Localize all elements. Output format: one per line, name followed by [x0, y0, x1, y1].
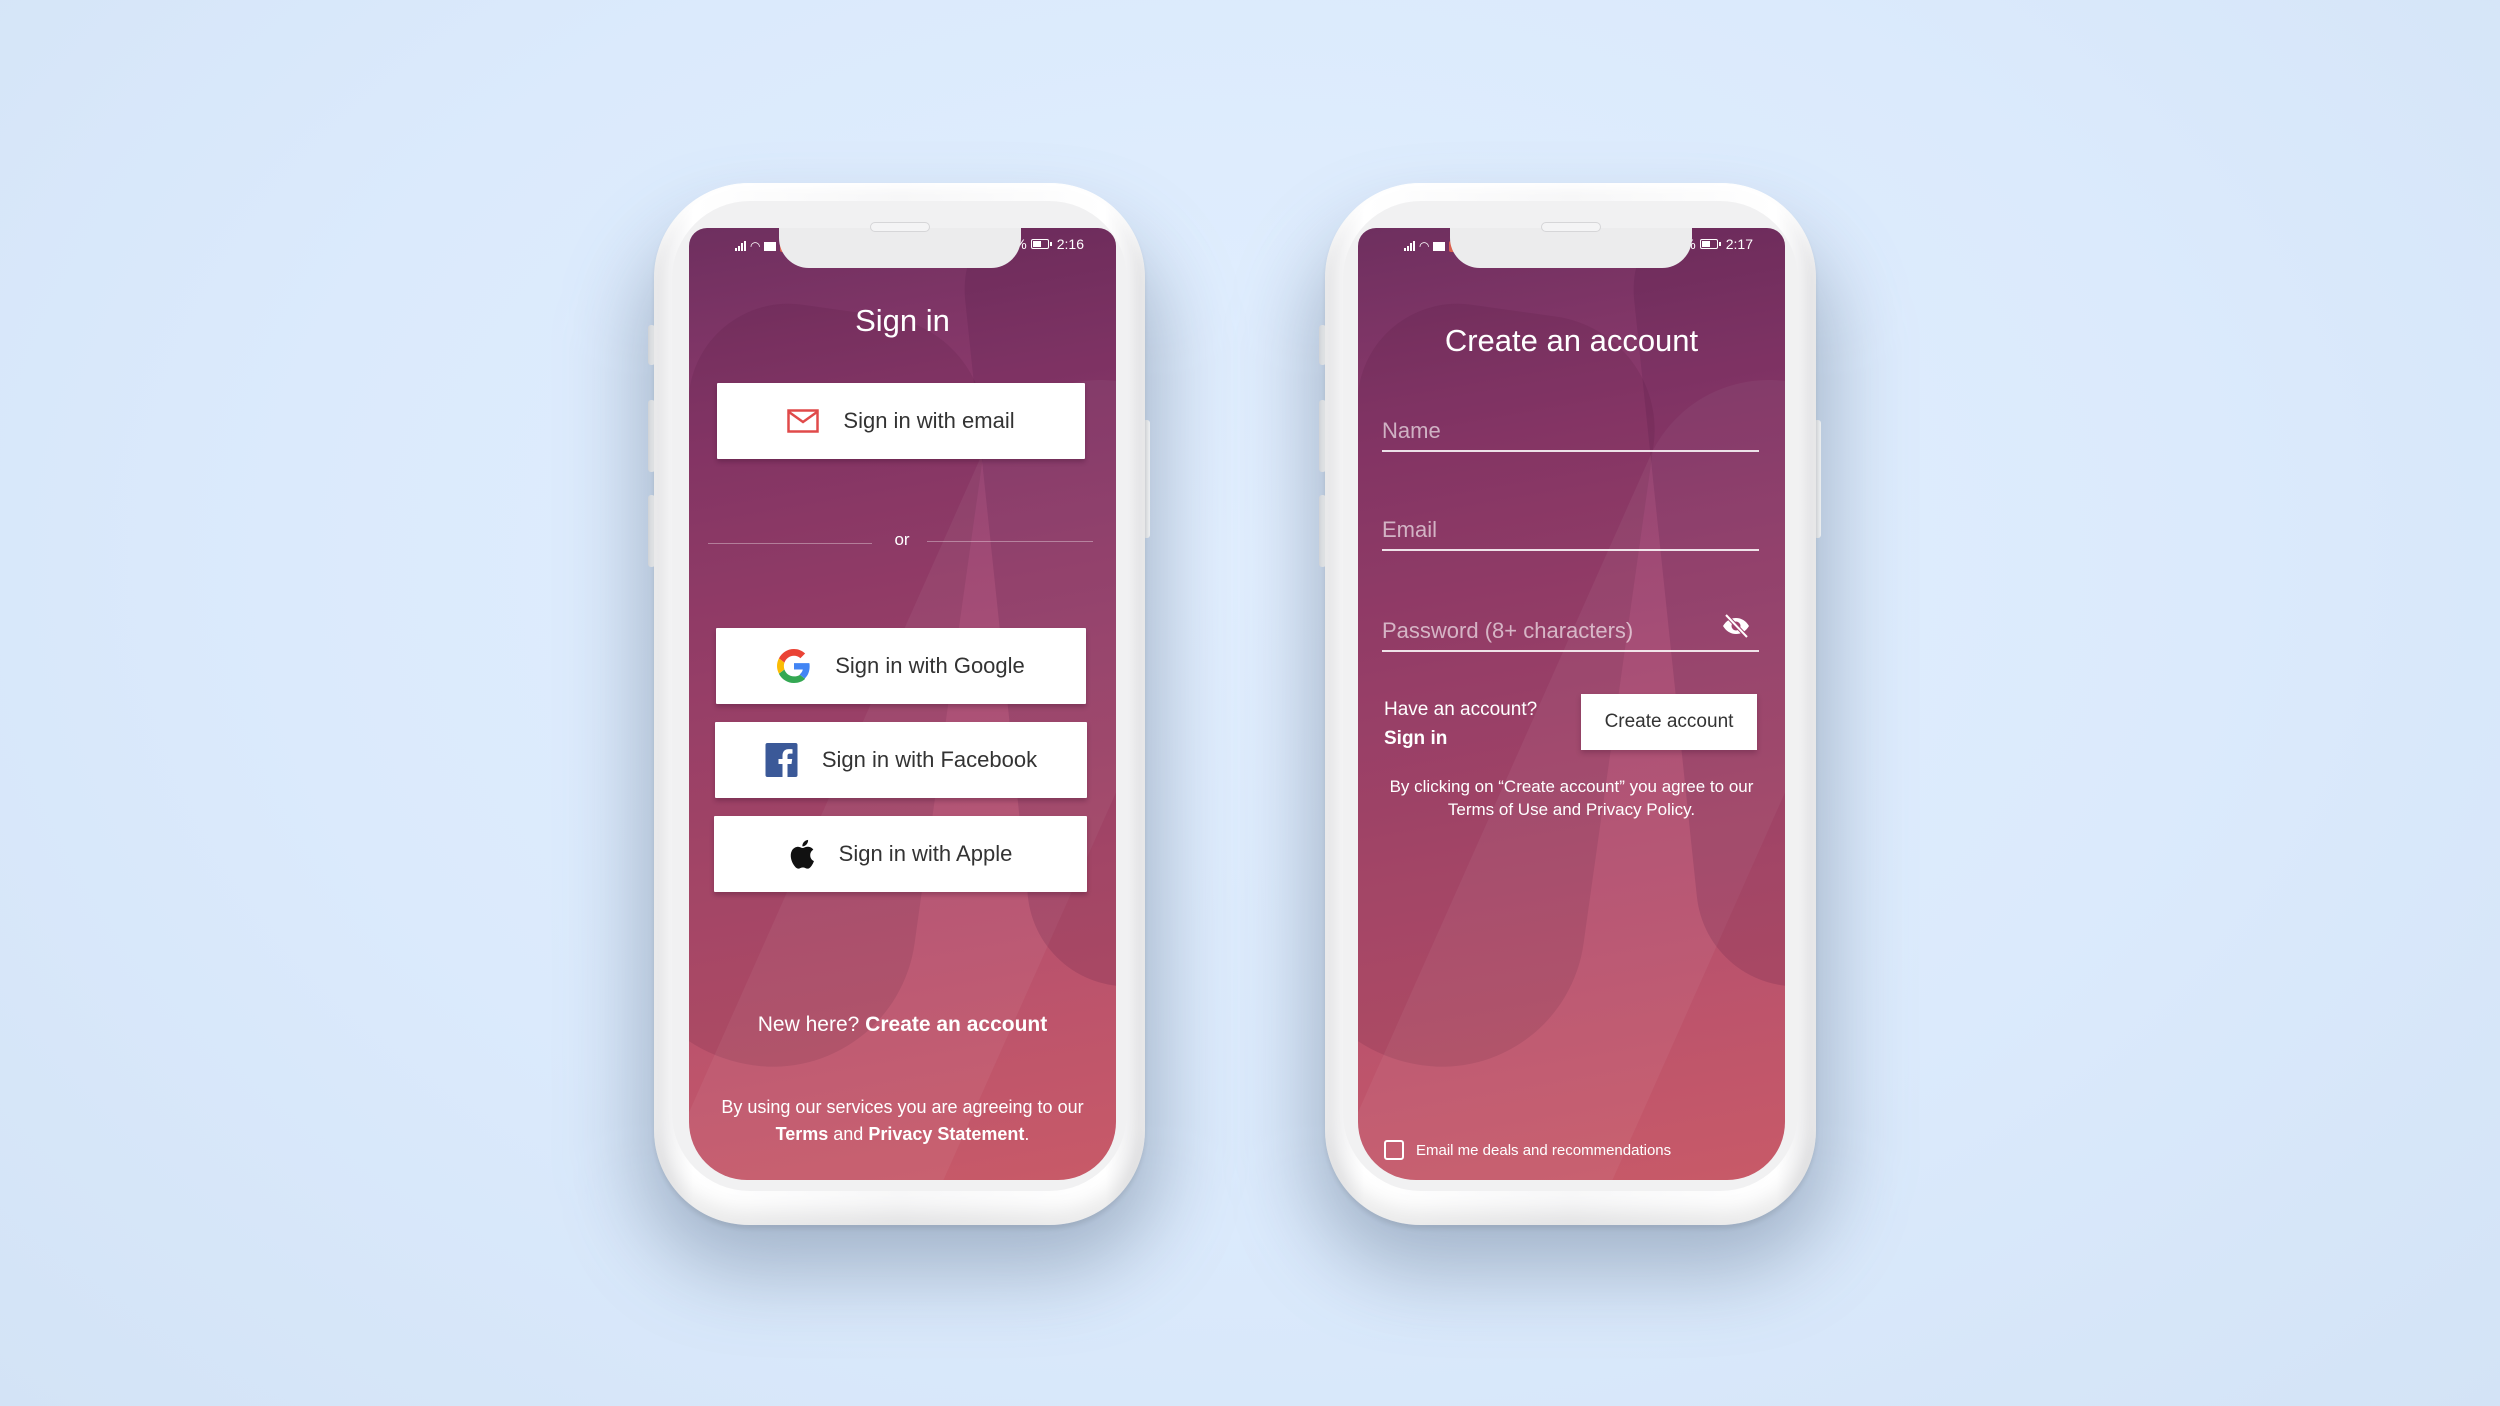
eye-off-icon[interactable]	[1721, 613, 1751, 644]
create-account-prompt: New here? Create an account	[689, 1013, 1116, 1037]
newsletter-checkbox[interactable]	[1384, 1140, 1404, 1160]
sign-in-google-button[interactable]: Sign in with Google	[716, 628, 1086, 704]
phone-notch	[779, 228, 1021, 268]
signal-icon	[1404, 241, 1415, 251]
sign-in-apple-button[interactable]: Sign in with Apple	[714, 816, 1087, 892]
button-label: Sign in with Apple	[838, 841, 1013, 866]
facebook-icon	[765, 743, 798, 777]
battery-icon	[1030, 239, 1052, 249]
name-input[interactable]	[1382, 418, 1759, 450]
sign-in-screen: ◠ % 2:16 Sign in Sign in with email or S…	[689, 228, 1116, 1180]
divider-line	[708, 543, 872, 544]
password-input[interactable]	[1382, 618, 1759, 650]
google-icon	[777, 649, 811, 683]
apple-icon	[789, 838, 815, 870]
page-title: Sign in	[855, 303, 950, 338]
password-field[interactable]	[1382, 613, 1759, 652]
legal-notice: By using our services you are agreeing t…	[719, 1094, 1086, 1148]
envelope-icon	[787, 409, 820, 433]
mail-icon	[1433, 241, 1446, 251]
new-here-label: New here?	[757, 1013, 860, 1036]
phone-speaker	[1541, 222, 1601, 232]
status-time: 2:17	[1725, 236, 1753, 252]
phone-notch	[1450, 228, 1692, 268]
agreement-text: By clicking on “Create account” you agre…	[1389, 777, 1754, 819]
create-account-button[interactable]: Create account	[1581, 694, 1757, 750]
wifi-icon: ◠	[750, 239, 761, 253]
battery-icon	[1699, 239, 1721, 249]
have-account-label: Have an account?	[1384, 699, 1538, 720]
email-input[interactable]	[1382, 517, 1759, 549]
sign-in-link[interactable]: Sign in	[1384, 724, 1537, 753]
newsletter-label: Email me deals and recommendations	[1416, 1141, 1672, 1159]
create-account-link[interactable]: Create an account	[865, 1013, 1047, 1036]
legal-text: .	[1024, 1124, 1030, 1144]
wifi-icon: ◠	[1419, 239, 1430, 253]
status-time: 2:16	[1056, 236, 1084, 252]
page-title: Create an account	[1444, 323, 1699, 358]
legal-text: and	[833, 1124, 864, 1144]
privacy-statement-link[interactable]: Privacy Statement	[868, 1124, 1024, 1144]
email-field[interactable]	[1382, 517, 1759, 551]
divider-or-label: or	[894, 530, 910, 549]
signal-icon	[735, 241, 746, 251]
legal-text: By using our services you are agreeing t…	[721, 1097, 1084, 1117]
button-label: Sign in with email	[843, 408, 1015, 433]
terms-link[interactable]: Terms	[776, 1124, 829, 1144]
name-field[interactable]	[1382, 418, 1759, 452]
newsletter-checkbox-row[interactable]: Email me deals and recommendations	[1384, 1140, 1671, 1160]
have-account-prompt: Have an account? Sign in	[1384, 695, 1537, 753]
button-label: Sign in with Google	[835, 653, 1025, 678]
sign-in-email-button[interactable]: Sign in with email	[717, 383, 1085, 459]
mail-icon	[764, 241, 777, 251]
button-label: Sign in with Facebook	[821, 747, 1038, 772]
phone-speaker	[870, 222, 930, 232]
divider-line	[927, 541, 1093, 542]
create-account-screen: ◠ % 2:17 Create an account Have an accou…	[1358, 228, 1785, 1180]
sign-in-facebook-button[interactable]: Sign in with Facebook	[715, 722, 1087, 798]
status-bar-right: % 2:17	[1683, 236, 1753, 252]
status-bar-right: % 2:16	[1014, 236, 1084, 252]
